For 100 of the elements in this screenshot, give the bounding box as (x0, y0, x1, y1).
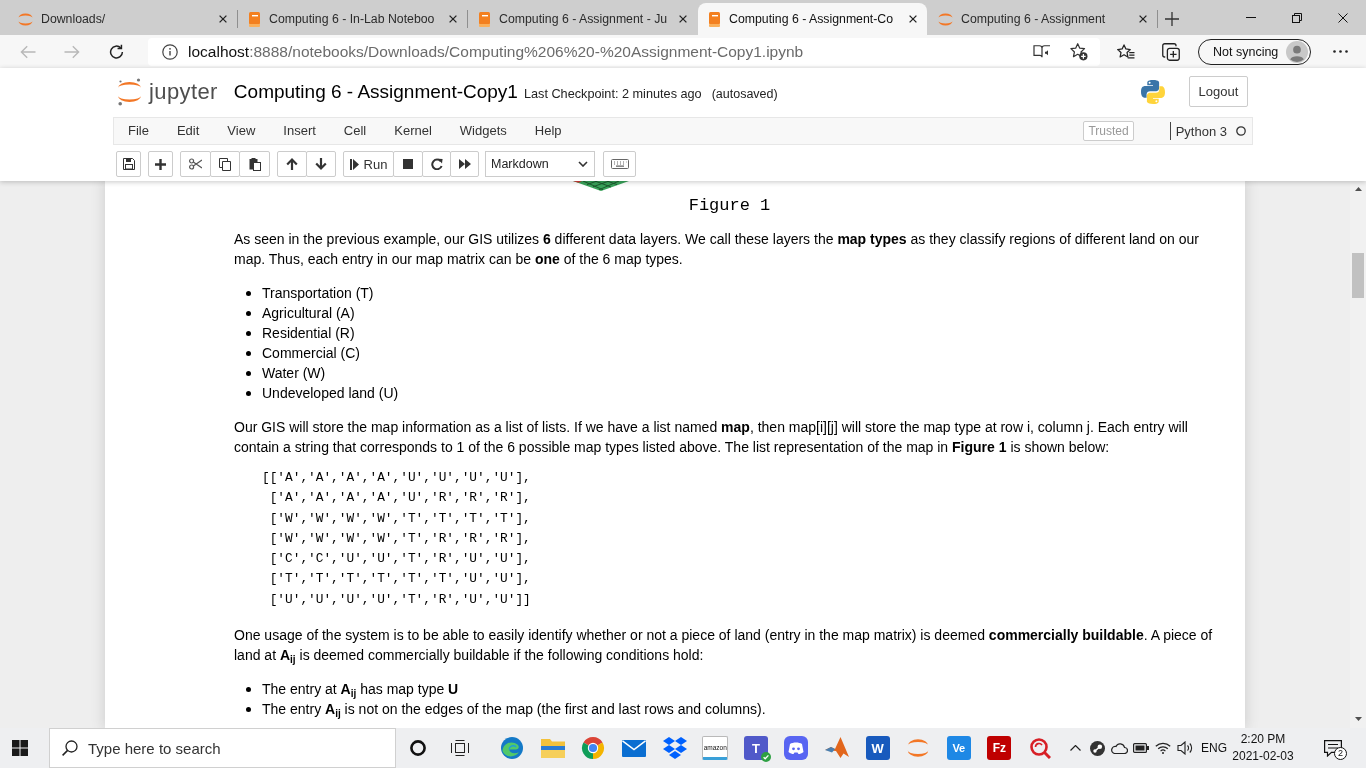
arcs-logo-icon (18, 12, 33, 26)
bullet-icon (246, 370, 251, 376)
volume-icon[interactable] (1177, 741, 1193, 755)
restart-button[interactable] (422, 151, 451, 177)
move-down-button[interactable] (306, 151, 336, 177)
menu-item[interactable]: Insert (269, 118, 330, 144)
star-plus-icon[interactable] (1070, 42, 1088, 61)
scroll-down-icon[interactable] (1354, 717, 1362, 721)
diamonds-logo-icon[interactable] (662, 737, 687, 759)
browser-tab[interactable]: Downloads/ (8, 3, 237, 35)
list-item: Agricultural (A) (262, 304, 355, 323)
cell-type-dropdown[interactable]: Markdown (485, 151, 595, 177)
arrow-down-icon (315, 158, 327, 170)
cut-button[interactable] (180, 151, 211, 177)
chevron-up-icon[interactable] (1069, 745, 1081, 751)
language-indicator[interactable]: ENG (1196, 728, 1232, 768)
menu-item[interactable]: Cell (329, 118, 381, 144)
paste-button[interactable] (239, 151, 270, 177)
command-palette-button[interactable] (603, 151, 636, 177)
figure-caption: Figure 1 (687, 195, 772, 217)
logo-text: jupyter (149, 78, 218, 105)
notification-icon[interactable] (1324, 739, 1342, 757)
search-icon (62, 740, 78, 756)
browser-tab[interactable]: Computing 6 - In-Lab Noteboo (238, 3, 467, 35)
notification-count: 2 (1334, 747, 1347, 760)
piston-logo-icon[interactable] (1089, 740, 1105, 756)
list-item: Water (W) (262, 364, 326, 383)
scrollbar-thumb[interactable] (1352, 253, 1364, 298)
peak-logo-icon[interactable] (825, 737, 850, 759)
close-icon[interactable] (1139, 15, 1147, 23)
run-all-button[interactable] (450, 151, 479, 177)
reader-icon[interactable] (1033, 44, 1051, 59)
bullet-icon (246, 686, 251, 692)
autosave-status: (autosaved) (711, 86, 778, 101)
swirl-logo-icon[interactable] (500, 736, 525, 760)
magnifier-logo-icon[interactable] (1029, 737, 1051, 759)
close-icon[interactable] (219, 15, 227, 23)
book-icon (708, 11, 721, 27)
search-field[interactable]: Type here to search (49, 728, 396, 768)
restore-icon[interactable] (1292, 12, 1302, 23)
controller-logo-icon[interactable] (784, 736, 809, 760)
taskbar-app-button[interactable]: Ve (946, 736, 971, 760)
plus-icon (155, 158, 166, 170)
ring-icon[interactable] (410, 740, 426, 756)
taskbar-app-button[interactable]: Fz (987, 736, 1012, 760)
arcs-logo-icon (938, 12, 953, 26)
avatar-icon (1286, 40, 1308, 63)
book-icon (248, 11, 261, 27)
save-icon (122, 158, 135, 170)
browser-tab[interactable]: Computing 6 - Assignment (928, 3, 1157, 35)
taskbar-app-button[interactable]: W (865, 736, 890, 760)
fast-forward-icon (458, 159, 471, 169)
favorites-icon[interactable] (1117, 44, 1135, 59)
browser-tab[interactable]: Computing 6 - Assignment - Ju (468, 3, 697, 35)
task-view-icon[interactable] (451, 740, 469, 756)
insert-cell-button[interactable] (148, 151, 173, 177)
paragraph: One usage of the system is to be able to easily identify whether or not a piece of land (entry in the map matrix) is deemed commercially buildable. A piece of land at A$_{ij}$ is deemed commercially buildable if the following conditions hold: (234, 626, 1214, 666)
menu-item[interactable]: View (213, 118, 270, 144)
kernel-name: Python 3 (1175, 123, 1227, 139)
circle-logo-icon[interactable] (581, 736, 606, 760)
wifi-icon[interactable] (1155, 742, 1171, 754)
notebook-title[interactable]: Computing 6 - Assignment-Copy1 (233, 80, 518, 103)
cloud-icon[interactable] (1110, 742, 1128, 754)
clock-time[interactable]: 2:20 PM (1240, 731, 1286, 748)
close-icon[interactable] (1338, 12, 1348, 23)
folder-icon[interactable] (540, 738, 565, 758)
check-badge-icon (761, 752, 772, 762)
stop-button[interactable] (393, 151, 423, 177)
clock-date[interactable]: 2021-02-03 (1232, 748, 1294, 765)
close-icon[interactable] (909, 15, 917, 23)
run-button[interactable]: Run (343, 151, 394, 177)
menu-item[interactable]: Edit (162, 118, 214, 144)
menu-item[interactable]: Help (520, 118, 576, 144)
copy-button[interactable] (210, 151, 240, 177)
browser-tab[interactable]: Computing 6 - Assignment-Co (698, 3, 927, 35)
taskbar-app-button[interactable]: T (743, 736, 768, 760)
menu-item[interactable]: Kernel (380, 118, 446, 144)
copy-icon (219, 157, 231, 171)
bullet-icon (246, 290, 251, 296)
info-icon[interactable] (162, 43, 178, 60)
keyboard-icon (610, 159, 629, 169)
scroll-up-icon[interactable] (1354, 187, 1362, 191)
bullet-icon (246, 390, 251, 396)
address-field[interactable]: localhost:8888/notebooks/Downloads/Computing%206%20-%20Assignment-Copy1.ipynb (148, 37, 1100, 66)
windows-logo-icon[interactable] (12, 740, 28, 756)
envelope-icon[interactable] (622, 739, 647, 757)
collections-icon[interactable] (1162, 42, 1180, 61)
save-button[interactable] (116, 151, 141, 177)
menu-item[interactable]: Widgets (445, 118, 521, 144)
battery-icon[interactable] (1133, 743, 1149, 753)
bullet-icon (246, 350, 251, 356)
close-icon[interactable] (679, 15, 687, 23)
close-icon[interactable] (449, 15, 457, 23)
menu-item[interactable]: File (114, 118, 163, 144)
arcs-logo-icon (117, 77, 142, 106)
move-up-button[interactable] (277, 151, 307, 177)
reload-icon[interactable] (108, 44, 124, 59)
new-tab-icon[interactable] (1165, 12, 1179, 26)
logout-button[interactable]: Logout (1189, 76, 1248, 107)
more-icon[interactable] (1332, 50, 1348, 53)
